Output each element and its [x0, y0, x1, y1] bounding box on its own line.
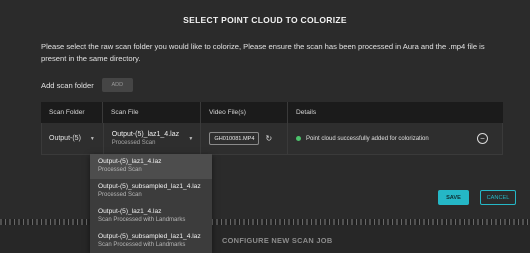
- add-scan-label: Add scan folder: [41, 80, 94, 90]
- table-row: Output-(5) ▼ Output-(5)_laz1_4.laz Proce…: [41, 123, 503, 155]
- scan-folder-select[interactable]: Output-(5) ▼: [42, 123, 104, 154]
- refresh-icon[interactable]: ↻: [265, 134, 272, 143]
- scan-file-dropdown: Output-(5)_laz1_4.laz Processed Scan Out…: [90, 154, 212, 253]
- video-file-chip[interactable]: GH010081.MP4: [209, 132, 260, 145]
- dropdown-option[interactable]: Output-(5)_subsampled_laz1_4.laz Scan Pr…: [90, 229, 212, 253]
- option-file: Output-(5)_laz1_4.laz: [98, 158, 162, 165]
- dropdown-option[interactable]: Output-(5)_laz1_4.laz Scan Processed wit…: [90, 204, 212, 229]
- option-type: Scan Processed with Landmarks: [98, 242, 186, 248]
- add-scan-row: Add scan folder ADD: [41, 78, 133, 92]
- remove-row-icon[interactable]: −: [477, 133, 488, 144]
- scan-file-type: Processed Scan: [111, 139, 156, 146]
- scan-file-value: Output-(5)_laz1_4.laz: [111, 130, 180, 138]
- scan-folder-value: Output-(5): [49, 135, 81, 142]
- option-type: Processed Scan: [98, 167, 142, 173]
- header-scan-folder: Scan Folder: [41, 102, 103, 123]
- colorize-dialog: SELECT POINT CLOUD TO COLORIZE Please se…: [0, 0, 530, 222]
- option-type: Processed Scan: [98, 192, 142, 198]
- header-details: Details: [296, 109, 317, 116]
- option-file: Output-(5)_laz1_4.laz: [98, 208, 162, 215]
- status-dot-icon: [295, 136, 301, 141]
- option-file: Output-(5)_subsampled_laz1_4.laz: [98, 233, 201, 240]
- dropdown-option[interactable]: Output-(5)_subsampled_laz1_4.laz Process…: [90, 179, 212, 204]
- scan-table: Scan Folder Scan File Video File(s) Deta…: [41, 102, 503, 155]
- dropdown-option[interactable]: Output-(5)_laz1_4.laz Processed Scan: [90, 154, 212, 179]
- cancel-button[interactable]: CANCEL: [480, 190, 516, 205]
- header-video-files: Video File(s): [201, 102, 288, 123]
- dialog-title: SELECT POINT CLOUD TO COLORIZE: [183, 15, 347, 25]
- configure-new-scan-job-button[interactable]: CONFIGURE NEW SCAN JOB: [222, 236, 332, 245]
- caret-down-icon: ▼: [188, 136, 194, 142]
- table-header: Scan Folder Scan File Video File(s) Deta…: [41, 102, 503, 123]
- option-type: Scan Processed with Landmarks: [98, 217, 186, 223]
- dialog-description: Please select the raw scan folder you wo…: [41, 42, 485, 63]
- option-file: Output-(5)_subsampled_laz1_4.laz: [98, 183, 201, 190]
- video-file-cell: GH010081.MP4 ↻: [201, 123, 288, 154]
- scan-file-select[interactable]: Output-(5)_laz1_4.laz Processed Scan ▼: [104, 123, 202, 154]
- details-text: Point cloud successfully added for color…: [305, 135, 429, 142]
- caret-down-icon: ▼: [89, 135, 95, 142]
- details-cell: Point cloud successfully added for color…: [288, 123, 502, 154]
- add-button[interactable]: ADD: [101, 78, 133, 92]
- header-scan-file: Scan File: [103, 102, 201, 123]
- save-button[interactable]: SAVE: [438, 190, 469, 205]
